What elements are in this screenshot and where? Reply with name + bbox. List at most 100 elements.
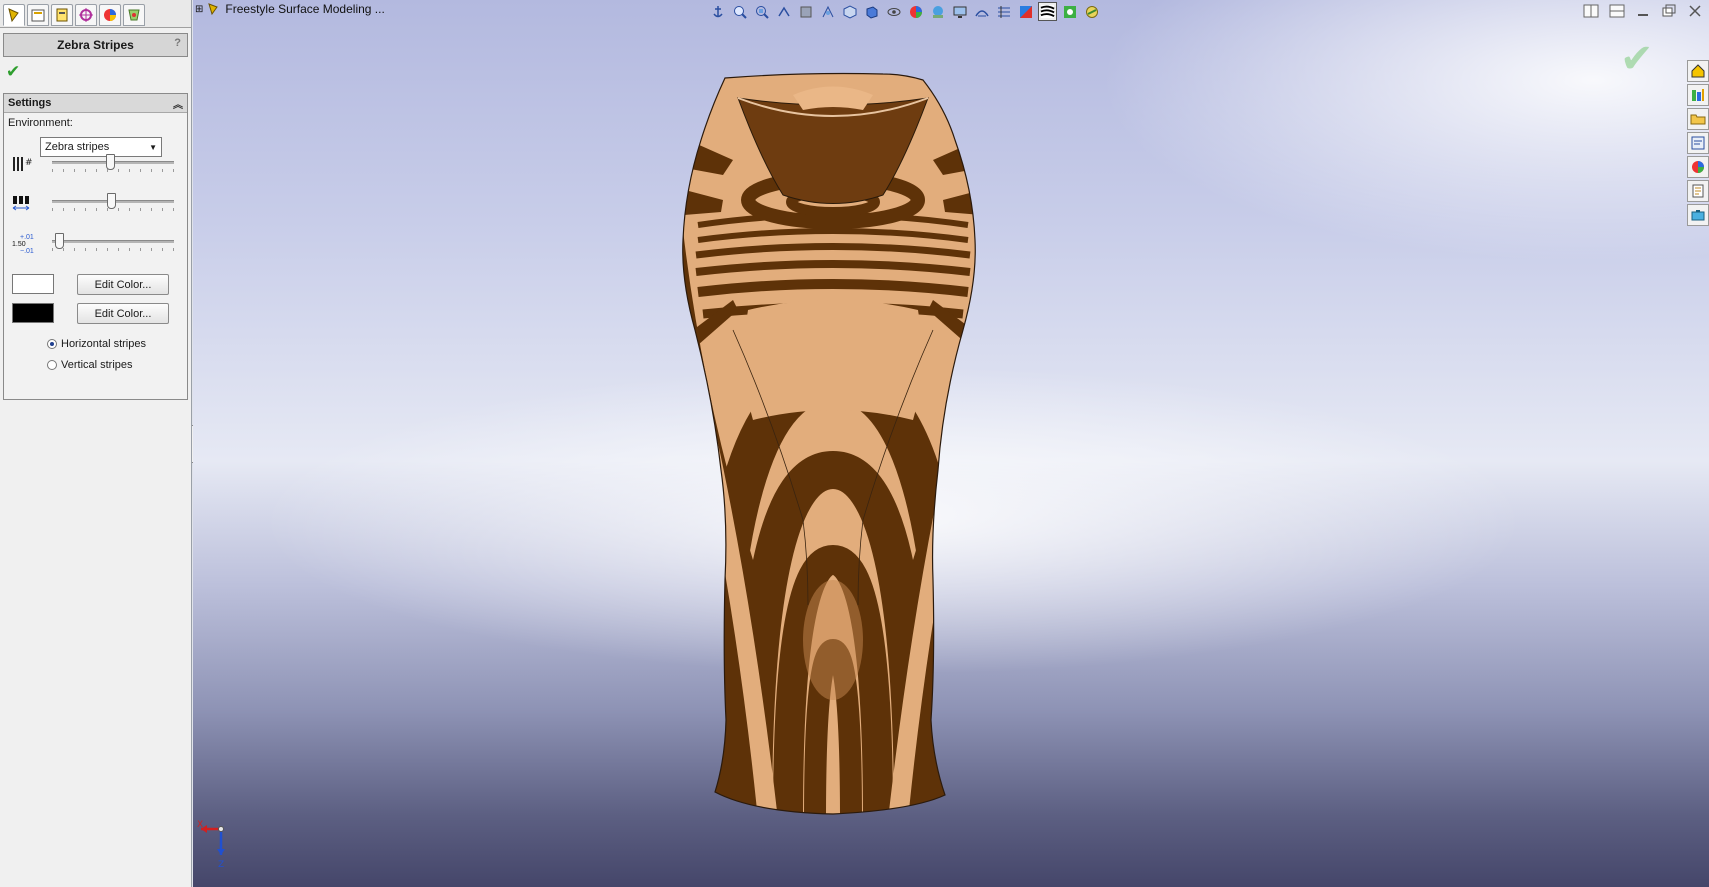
settings-header[interactable]: Settings ︽ bbox=[4, 94, 187, 113]
edit-color-2-button[interactable]: Edit Color... bbox=[77, 303, 169, 324]
stripe-count-slider[interactable] bbox=[106, 154, 116, 170]
configuration-manager-icon bbox=[56, 8, 68, 22]
stripe-count-icon: # bbox=[13, 157, 33, 171]
section-view-button[interactable] bbox=[796, 2, 815, 21]
section-view-icon bbox=[800, 6, 811, 17]
zoom-fit-icon bbox=[733, 5, 747, 19]
solidworks-resources-tab[interactable] bbox=[1687, 60, 1709, 82]
ok-check-icon[interactable]: ✔ bbox=[6, 62, 20, 82]
monitor-icon bbox=[953, 6, 966, 18]
curvature-button[interactable] bbox=[972, 2, 991, 21]
edit-color-1-label: Edit Color... bbox=[94, 278, 152, 291]
tab-configuration-manager[interactable] bbox=[51, 4, 73, 26]
collapse-icon[interactable]: ︽ bbox=[173, 96, 183, 111]
horizontal-stripes-radio[interactable] bbox=[47, 339, 57, 349]
geometry-analysis-button[interactable] bbox=[1060, 2, 1079, 21]
previous-view-button[interactable] bbox=[774, 2, 793, 21]
close-icon[interactable] bbox=[1687, 4, 1703, 18]
home-icon bbox=[1691, 64, 1705, 78]
view-palette-tab[interactable] bbox=[1687, 132, 1709, 154]
dynamic-annotation-button[interactable] bbox=[818, 2, 837, 21]
view-palette-icon bbox=[1691, 136, 1705, 150]
draft-analysis-button[interactable] bbox=[1016, 2, 1035, 21]
appearances-scenes-tab[interactable] bbox=[1687, 156, 1709, 178]
chevron-down-icon: ▼ bbox=[149, 142, 157, 152]
zebra-stripes-button[interactable] bbox=[1038, 2, 1057, 21]
minimize-icon[interactable] bbox=[1635, 4, 1651, 18]
deviation-analysis-button[interactable] bbox=[994, 2, 1013, 21]
tab-property-manager[interactable] bbox=[27, 4, 49, 26]
precision-slider-row: +.01 1.50 −.01 bbox=[8, 232, 184, 255]
vertical-stripes-radio[interactable] bbox=[47, 360, 57, 370]
curvature-icon bbox=[974, 9, 989, 16]
custom-properties-tab[interactable] bbox=[1687, 180, 1709, 202]
window-controls bbox=[1583, 4, 1703, 18]
confirmation-corner-ok-icon[interactable]: ✔ bbox=[1620, 36, 1654, 82]
part-icon bbox=[208, 3, 219, 16]
restore-icon[interactable] bbox=[1661, 4, 1677, 18]
apply-scene-button[interactable] bbox=[928, 2, 947, 21]
edit-color-1-button[interactable]: Edit Color... bbox=[77, 274, 169, 295]
geometry-analysis-icon bbox=[1063, 5, 1076, 18]
appearance-icon bbox=[128, 9, 140, 21]
heads-up-view-toolbar bbox=[708, 2, 1101, 21]
settings-group: Settings ︽ Environment: Zebra stripes ▼ … bbox=[3, 93, 188, 400]
environment-label: Environment: bbox=[8, 117, 73, 129]
display-style-menu[interactable] bbox=[862, 2, 881, 21]
vase-model[interactable] bbox=[193, 0, 1709, 887]
feature-tree-root[interactable]: ⊞ Freestyle Surface Modeling ... bbox=[195, 2, 385, 16]
property-manager-panel: Zebra Stripes ? ✔ Settings ︽ Environment… bbox=[0, 0, 192, 887]
tab-appearance[interactable] bbox=[123, 4, 145, 26]
reference-triad: X Z bbox=[197, 820, 225, 870]
document-title: Freestyle Surface Modeling ... bbox=[225, 2, 385, 16]
tab-display-manager[interactable] bbox=[99, 4, 121, 26]
zoom-to-fit-button[interactable] bbox=[730, 2, 749, 21]
realview-button[interactable] bbox=[1082, 2, 1101, 21]
previous-view-icon bbox=[777, 6, 790, 16]
cube-views-icon bbox=[843, 4, 856, 19]
tile-vertical-icon[interactable] bbox=[1609, 4, 1625, 18]
view-orientation-button[interactable] bbox=[708, 2, 727, 21]
design-library-tab[interactable] bbox=[1687, 84, 1709, 106]
z-axis-label: Z bbox=[218, 860, 224, 870]
horizontal-stripes-option[interactable]: Horizontal stripes bbox=[47, 338, 146, 350]
precision-slider[interactable] bbox=[55, 233, 65, 249]
svg-text:#: # bbox=[25, 158, 33, 168]
zoom-area-icon bbox=[755, 5, 769, 19]
help-button[interactable]: ? bbox=[174, 37, 181, 49]
stripe-count-slider-row: # bbox=[8, 153, 184, 175]
toolbox-icon bbox=[1691, 210, 1705, 221]
tile-horizontal-icon[interactable] bbox=[1583, 4, 1599, 18]
tab-feature-manager[interactable] bbox=[3, 4, 25, 26]
zoom-to-area-button[interactable] bbox=[752, 2, 771, 21]
view-orientation-menu[interactable] bbox=[840, 2, 859, 21]
tab-dimxpert-manager[interactable] bbox=[75, 4, 97, 26]
edit-appearance-button[interactable] bbox=[906, 2, 925, 21]
horizontal-stripes-label: Horizontal stripes bbox=[61, 338, 146, 350]
hide-show-items-menu[interactable] bbox=[884, 2, 903, 21]
realview-icon bbox=[1085, 5, 1098, 18]
manager-tabs bbox=[0, 0, 191, 28]
stripe-width-slider-row bbox=[8, 192, 184, 214]
precision-icon: +.01 1.50 −.01 bbox=[12, 234, 34, 255]
x-axis-label: X bbox=[197, 820, 203, 830]
deviation-icon bbox=[997, 5, 1010, 18]
custom-properties-icon bbox=[1692, 184, 1704, 198]
edit-color-2-label: Edit Color... bbox=[94, 307, 152, 320]
vertical-stripes-option[interactable]: Vertical stripes bbox=[47, 359, 133, 371]
folder-icon bbox=[1690, 114, 1706, 125]
view-settings-button[interactable] bbox=[950, 2, 969, 21]
annotation-icon bbox=[822, 5, 833, 17]
stripe-width-slider[interactable] bbox=[107, 193, 117, 209]
expand-icon[interactable]: ⊞ bbox=[195, 4, 203, 15]
scene-icon bbox=[932, 5, 943, 18]
stripe-color-2-swatch bbox=[12, 303, 54, 323]
stripe-color-1-swatch bbox=[12, 274, 54, 294]
eye-icon bbox=[887, 7, 900, 16]
property-manager-title-bar: Zebra Stripes ? bbox=[3, 33, 188, 57]
color-sphere-icon bbox=[1692, 161, 1704, 173]
file-explorer-tab[interactable] bbox=[1687, 108, 1709, 130]
graphics-viewport[interactable]: ⊞ Freestyle Surface Modeling ... ✔ X Z bbox=[193, 0, 1709, 887]
toolbox-tab[interactable] bbox=[1687, 204, 1709, 226]
environment-value: Zebra stripes bbox=[45, 141, 110, 153]
